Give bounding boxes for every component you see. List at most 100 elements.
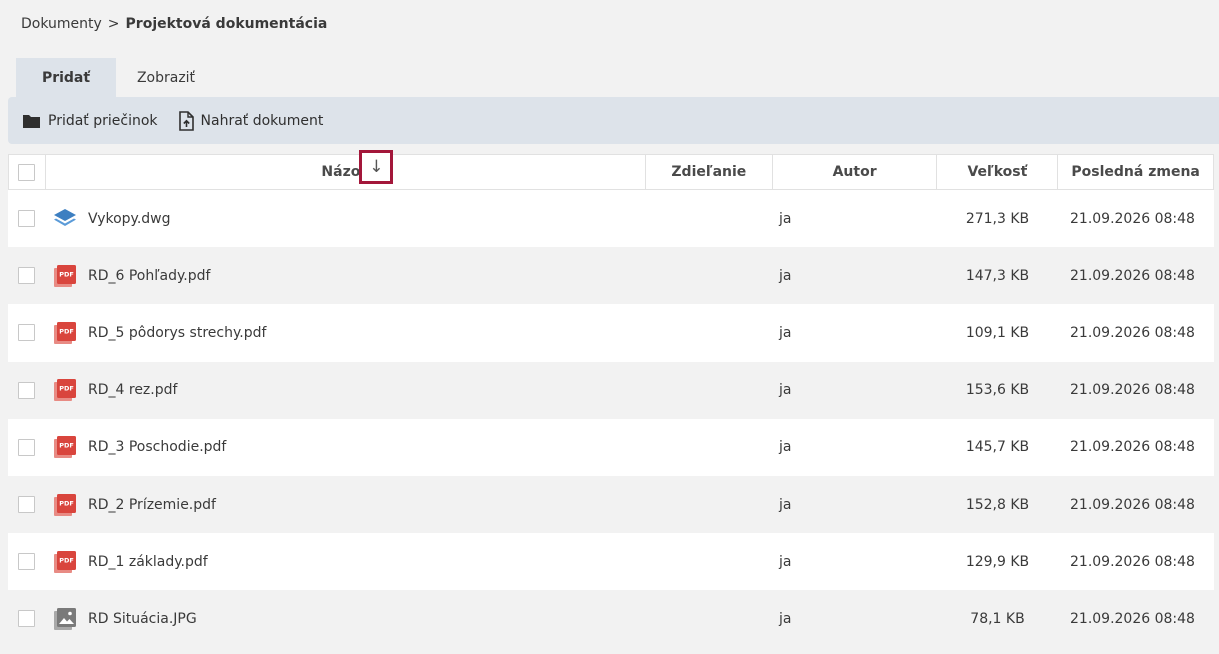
svg-text:PDF: PDF — [59, 442, 74, 450]
row-sharing — [645, 590, 772, 647]
row-select-cell — [8, 476, 44, 533]
row-sharing — [645, 304, 772, 361]
table-row[interactable]: PDF RD_4 rez.pdf ja 153,6 KB 21.09.2026 … — [8, 361, 1214, 419]
row-modified: 21.09.2026 08:48 — [1070, 267, 1195, 284]
svg-text:PDF: PDF — [59, 499, 74, 507]
row-checkbox[interactable] — [17, 496, 35, 514]
row-author: ja — [779, 439, 792, 456]
table-row[interactable]: PDF RD_3 Poschodie.pdf ja 145,7 KB 21.09… — [8, 418, 1214, 476]
row-checkbox[interactable] — [17, 267, 35, 285]
table-row[interactable]: PDF RD_2 Prízemie.pdf ja 152,8 KB 21.09.… — [8, 475, 1214, 534]
row-checkbox[interactable] — [17, 553, 35, 571]
row-modified: 21.09.2026 08:48 — [1070, 496, 1195, 513]
breadcrumb-separator: > — [107, 16, 120, 32]
table-row[interactable]: Vykopy.dwg ja 271,3 KB 21.09.2026 08:48 — [8, 190, 1214, 248]
row-name-cell: PDF RD_4 rez.pdf — [44, 362, 645, 419]
row-size: 145,7 KB — [965, 439, 1030, 456]
table-row[interactable]: PDF RD_1 základy.pdf ja 129,9 KB 21.09.2… — [8, 533, 1214, 591]
folder-icon — [23, 114, 40, 128]
row-sharing — [645, 419, 772, 476]
column-header-modified[interactable]: Posledná zmena — [1057, 155, 1213, 189]
breadcrumb-current: Projektová dokumentácia — [125, 16, 328, 32]
pdf-icon: PDF — [53, 264, 77, 288]
row-size: 78,1 KB — [970, 610, 1025, 627]
svg-text:PDF: PDF — [59, 327, 74, 335]
row-size: 147,3 KB — [965, 267, 1030, 284]
row-modified: 21.09.2026 08:48 — [1070, 553, 1195, 570]
row-name-cell: PDF RD_1 základy.pdf — [44, 533, 645, 590]
documents-table: Názov ↓ Zdieľanie Autor Veľkosť Posledná… — [8, 150, 1214, 648]
pdf-icon: PDF — [53, 435, 77, 459]
row-author: ja — [779, 553, 792, 570]
row-name-cell: RD Situácia.JPG — [44, 590, 645, 647]
table-row[interactable]: RD Situácia.JPG ja 78,1 KB 21.09.2026 08… — [8, 590, 1214, 648]
row-checkbox[interactable] — [17, 381, 35, 399]
upload-document-button[interactable]: Nahrať dokument — [178, 110, 324, 131]
name-header-wrap: Názov ↓ — [321, 150, 394, 184]
file-name-link[interactable]: RD_4 rez.pdf — [88, 382, 177, 398]
table-row[interactable]: PDF RD_6 Pohľady.pdf ja 147,3 KB 21.09.2… — [8, 247, 1214, 305]
row-size: 129,9 KB — [965, 553, 1030, 570]
row-size: 109,1 KB — [965, 324, 1030, 341]
table-header: Názov ↓ Zdieľanie Autor Veľkosť Posledná… — [8, 150, 1214, 190]
row-sharing — [645, 533, 772, 590]
image-icon — [53, 607, 77, 631]
row-modified: 21.09.2026 08:48 — [1070, 382, 1195, 399]
pdf-icon: PDF — [53, 321, 77, 345]
column-header-name[interactable]: Názov ↓ — [44, 150, 645, 189]
row-author: ja — [779, 382, 792, 399]
column-header-size[interactable]: Veľkosť — [936, 155, 1057, 189]
file-name-link[interactable]: Vykopy.dwg — [88, 211, 171, 227]
add-folder-label: Pridať priečinok — [48, 112, 158, 129]
pdf-icon: PDF — [53, 550, 77, 574]
sort-descending-icon[interactable]: ↓ — [359, 150, 394, 184]
breadcrumb: Dokumenty > Projektová dokumentácia — [21, 16, 327, 32]
header-select-all — [9, 155, 45, 189]
row-sharing — [645, 362, 772, 419]
column-header-author[interactable]: Autor — [771, 155, 937, 189]
row-select-cell — [8, 304, 44, 361]
svg-text:PDF: PDF — [59, 270, 74, 278]
pdf-icon: PDF — [53, 493, 77, 517]
row-modified: 21.09.2026 08:48 — [1070, 210, 1195, 227]
row-name-cell: PDF RD_6 Pohľady.pdf — [44, 247, 645, 304]
sort-arrow: ↓ — [369, 156, 384, 177]
add-folder-button[interactable]: Pridať priečinok — [22, 113, 158, 129]
file-name-link[interactable]: RD_6 Pohľady.pdf — [88, 268, 210, 284]
row-name-cell: PDF RD_2 Prízemie.pdf — [44, 476, 645, 533]
row-author: ja — [779, 324, 792, 341]
row-select-cell — [8, 362, 44, 419]
tab-bar: Pridať Zobraziť — [16, 58, 216, 97]
row-checkbox[interactable] — [17, 210, 35, 228]
tab-add[interactable]: Pridať — [16, 58, 116, 97]
row-checkbox[interactable] — [17, 324, 35, 342]
row-sharing — [645, 247, 772, 304]
row-author: ja — [779, 496, 792, 513]
file-name-link[interactable]: RD_3 Poschodie.pdf — [88, 439, 226, 455]
column-header-sharing[interactable]: Zdieľanie — [644, 155, 772, 189]
row-author: ja — [779, 210, 792, 227]
row-modified: 21.09.2026 08:48 — [1070, 439, 1195, 456]
svg-text:PDF: PDF — [59, 385, 74, 393]
row-select-cell — [8, 590, 44, 647]
row-select-cell — [8, 533, 44, 590]
row-modified: 21.09.2026 08:48 — [1070, 324, 1195, 341]
row-size: 153,6 KB — [965, 382, 1030, 399]
upload-document-label: Nahrať dokument — [200, 112, 324, 129]
file-upload-icon — [178, 110, 194, 131]
row-size: 271,3 KB — [965, 210, 1030, 227]
breadcrumb-root[interactable]: Dokumenty — [21, 16, 102, 32]
file-name-link[interactable]: RD_1 základy.pdf — [88, 554, 208, 570]
select-all-checkbox[interactable] — [18, 163, 36, 181]
file-name-link[interactable]: RD Situácia.JPG — [88, 611, 197, 627]
row-checkbox[interactable] — [17, 438, 35, 456]
row-checkbox[interactable] — [17, 610, 35, 628]
file-name-link[interactable]: RD_5 pôdorys strechy.pdf — [88, 325, 266, 341]
file-name-link[interactable]: RD_2 Prízemie.pdf — [88, 497, 216, 513]
row-select-cell — [8, 419, 44, 476]
row-size: 152,8 KB — [965, 496, 1030, 513]
table-row[interactable]: PDF RD_5 pôdorys strechy.pdf ja 109,1 KB… — [8, 304, 1214, 362]
row-name-cell: PDF RD_3 Poschodie.pdf — [44, 419, 645, 476]
tab-view[interactable]: Zobraziť — [116, 58, 216, 97]
row-author: ja — [779, 610, 792, 627]
